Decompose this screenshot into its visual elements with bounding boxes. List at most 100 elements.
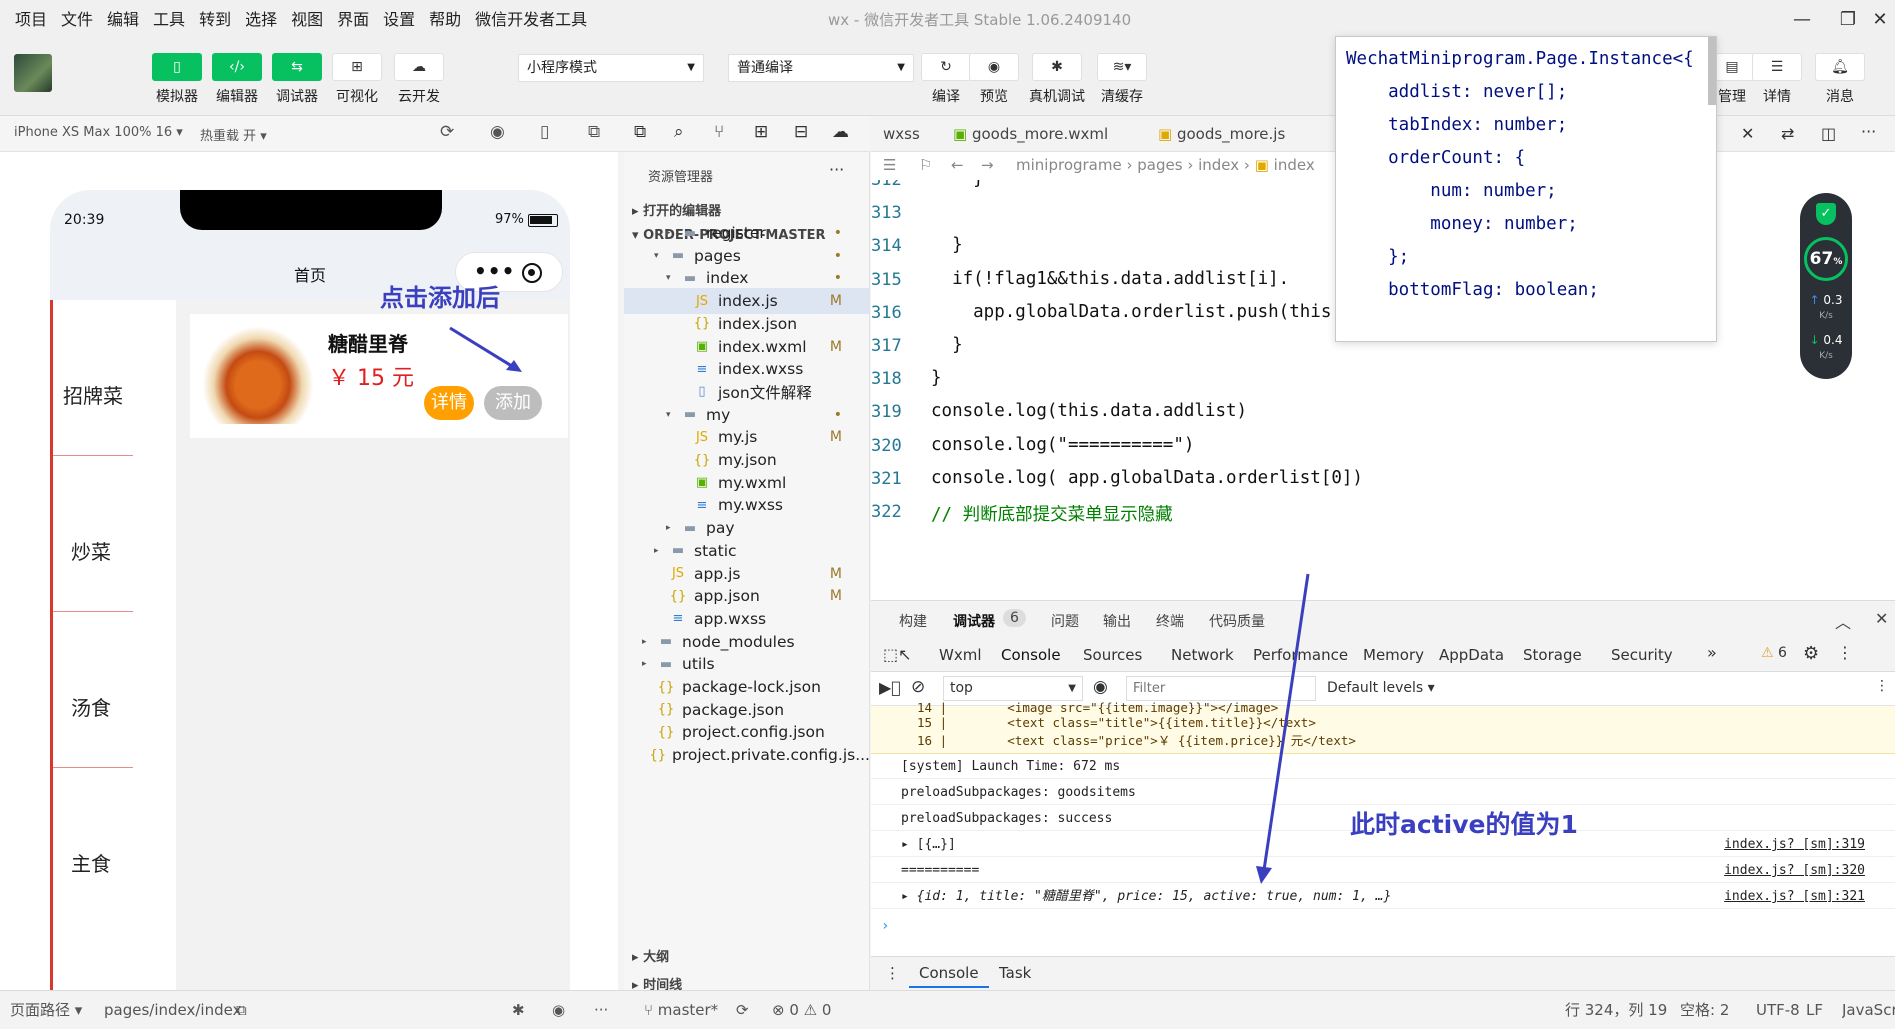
console-prompt[interactable]: ›	[881, 918, 889, 934]
tree-item[interactable]: {} project.private.config.js...	[624, 742, 870, 768]
problems-indicator[interactable]: ⊗ 0 ⚠ 0	[772, 991, 831, 1029]
editor-button[interactable]: ‹/› 编辑器	[205, 53, 269, 106]
storage-icon[interactable]: ⊟	[794, 122, 808, 142]
log-source-link[interactable]: index.js? [sm]:320	[1724, 858, 1865, 883]
scrollbar[interactable]	[1708, 37, 1716, 105]
page-path-button[interactable]: 页面路径 ▾	[10, 991, 82, 1029]
indentation[interactable]: 空格: 2	[1680, 991, 1729, 1029]
menu-item[interactable]: 选择	[238, 0, 284, 40]
log-source-link[interactable]: index.js? [sm]:321	[1724, 884, 1865, 909]
tab-goods-more-wxml[interactable]: ▣ goods_more.wxml	[941, 116, 1120, 152]
devtools-tab[interactable]: Network	[1171, 638, 1234, 672]
tab-problems[interactable]: 问题	[1051, 611, 1079, 631]
bug-icon[interactable]: ✱	[512, 991, 525, 1029]
close-miniprogram-icon[interactable]	[522, 263, 542, 283]
console-log-line[interactable]: preloadSubpackages: goodsitems	[871, 780, 1895, 805]
menu-item[interactable]: 编辑	[100, 0, 146, 40]
clear-console-icon[interactable]: ⊘	[911, 677, 925, 697]
cursor-position[interactable]: 行 324，列 19	[1565, 991, 1667, 1029]
drawer-tab-task[interactable]: Task	[999, 964, 1031, 982]
crumb-item[interactable]: pages	[1137, 156, 1182, 174]
add-button[interactable]: 添加	[484, 386, 542, 420]
crumb-item[interactable]: miniprograme	[1016, 156, 1122, 174]
files-icon[interactable]: ⧉	[634, 122, 646, 142]
crumb-item[interactable]: index	[1198, 156, 1239, 174]
clear-cache-button[interactable]: ≋▾ 清缓存	[1090, 53, 1154, 106]
line-ending[interactable]: LF	[1806, 991, 1823, 1029]
menu-item[interactable]: 视图	[284, 0, 330, 40]
minimize-icon[interactable]: —	[1790, 8, 1814, 32]
gear-icon[interactable]: ⚙	[1803, 643, 1819, 664]
extensions-icon[interactable]: ⊞	[754, 122, 768, 142]
tab-goods-more-js[interactable]: ▣ goods_more.js	[1146, 116, 1297, 152]
menu-item[interactable]: 项目	[8, 0, 54, 40]
sync-icon[interactable]: ⟳	[736, 991, 749, 1029]
eye-icon[interactable]: ◉	[552, 991, 565, 1029]
more-icon[interactable]: ···	[594, 991, 608, 1029]
crumb-item[interactable]: index	[1274, 156, 1315, 174]
remote-debug-button[interactable]: ✱ 真机调试	[1025, 53, 1089, 106]
timeline-section[interactable]: ▸ 时间线	[632, 974, 682, 990]
console-log-line[interactable]: [system] Launch Time: 672 ms	[871, 754, 1895, 779]
kebab-icon[interactable]: ⋮	[1837, 643, 1853, 662]
bookmark-icon[interactable]: ⚐	[919, 156, 932, 174]
devtools-tab[interactable]: AppData	[1439, 638, 1504, 672]
cloud-button[interactable]: ☁ 云开发	[387, 53, 451, 106]
device-icon[interactable]: ▯	[540, 122, 549, 142]
visual-button[interactable]: ⊞ 可视化	[325, 53, 389, 106]
tab-build[interactable]: 构建	[899, 611, 927, 631]
close-icon[interactable]: ✕	[1875, 609, 1888, 628]
context-select[interactable]: top ▼	[943, 676, 1083, 701]
close-icon[interactable]: ✕	[1741, 124, 1754, 143]
levels-select[interactable]: Default levels ▾	[1327, 680, 1435, 696]
cloud-icon[interactable]: ☁	[832, 122, 849, 142]
detail-button[interactable]: 详情	[424, 386, 474, 420]
warning-count[interactable]: ⚠ 6	[1761, 645, 1787, 661]
branch-indicator[interactable]: ⑂ master*	[644, 991, 718, 1029]
messages-button[interactable]: 🔔︎ 消息	[1808, 53, 1872, 106]
list-icon[interactable]: ☰	[883, 156, 896, 174]
more-icon[interactable]: ···	[1861, 122, 1876, 141]
mode-select[interactable]: 小程序模式 ▼	[518, 54, 704, 82]
compile-select[interactable]: 普通编译 ▼	[728, 54, 914, 82]
simulator-button[interactable]: ▯ 模拟器	[145, 53, 209, 106]
devtools-tab[interactable]: Memory	[1363, 638, 1424, 672]
encoding[interactable]: UTF-8	[1756, 991, 1800, 1029]
preview-button[interactable]: ◉ 预览	[962, 53, 1026, 106]
devtools-tab[interactable]: Sources	[1083, 638, 1142, 672]
log-source-link[interactable]: index.js? [sm]:319	[1724, 832, 1865, 857]
maximize-icon[interactable]: ❐	[1836, 8, 1860, 32]
tab-terminal[interactable]: 终端	[1156, 611, 1184, 631]
menu-item[interactable]: 界面	[330, 0, 376, 40]
devtools-tab[interactable]: Console	[991, 638, 1071, 674]
copy-icon[interactable]: ⧉	[236, 991, 247, 1029]
device-select[interactable]: iPhone XS Max 100% 16 ▾	[14, 125, 183, 140]
inspect-icon[interactable]: ⬚↖	[883, 645, 912, 664]
settings-icon[interactable]: ⋮	[1875, 678, 1889, 694]
open-editors-section[interactable]: ▸ 打开的编辑器	[632, 200, 721, 219]
rotate-icon[interactable]: ⟳	[440, 122, 454, 142]
language-mode[interactable]: JavaScri	[1842, 991, 1895, 1029]
menu-item[interactable]: 帮助	[422, 0, 468, 40]
console-log-line[interactable]: ========== index.js? [sm]:320	[871, 858, 1895, 883]
source-control-icon[interactable]: ⑂	[714, 122, 724, 142]
search-icon[interactable]: ⌕	[674, 122, 684, 142]
console-log-line[interactable]: ▸ {id: 1, title: "糖醋里脊", price: 15, acti…	[871, 884, 1895, 909]
popout-icon[interactable]: ⧉	[588, 122, 600, 142]
back-icon[interactable]: ←	[951, 156, 964, 174]
chevron-up-icon[interactable]: ︿	[1835, 609, 1851, 633]
more-tabs-icon[interactable]: »	[1707, 643, 1717, 662]
menu-item[interactable]: 文件	[54, 0, 100, 40]
avatar[interactable]	[14, 54, 52, 92]
close-icon[interactable]: ✕	[1868, 8, 1892, 32]
devtools-tab[interactable]: Wxml	[939, 638, 982, 672]
menu-item[interactable]: 微信开发者工具	[468, 0, 594, 40]
devtools-tab[interactable]: Storage	[1523, 638, 1582, 672]
drawer-tab-console[interactable]: Console	[909, 964, 989, 988]
menu-item[interactable]: 转到	[192, 0, 238, 40]
record-icon[interactable]: ◉	[490, 122, 505, 142]
outline-section[interactable]: ▸ 大纲	[632, 946, 669, 965]
category-item[interactable]: 主食	[53, 768, 173, 956]
debugger-button[interactable]: ⇆ 调试器	[265, 53, 329, 106]
more-icon[interactable]: ···	[829, 160, 844, 179]
